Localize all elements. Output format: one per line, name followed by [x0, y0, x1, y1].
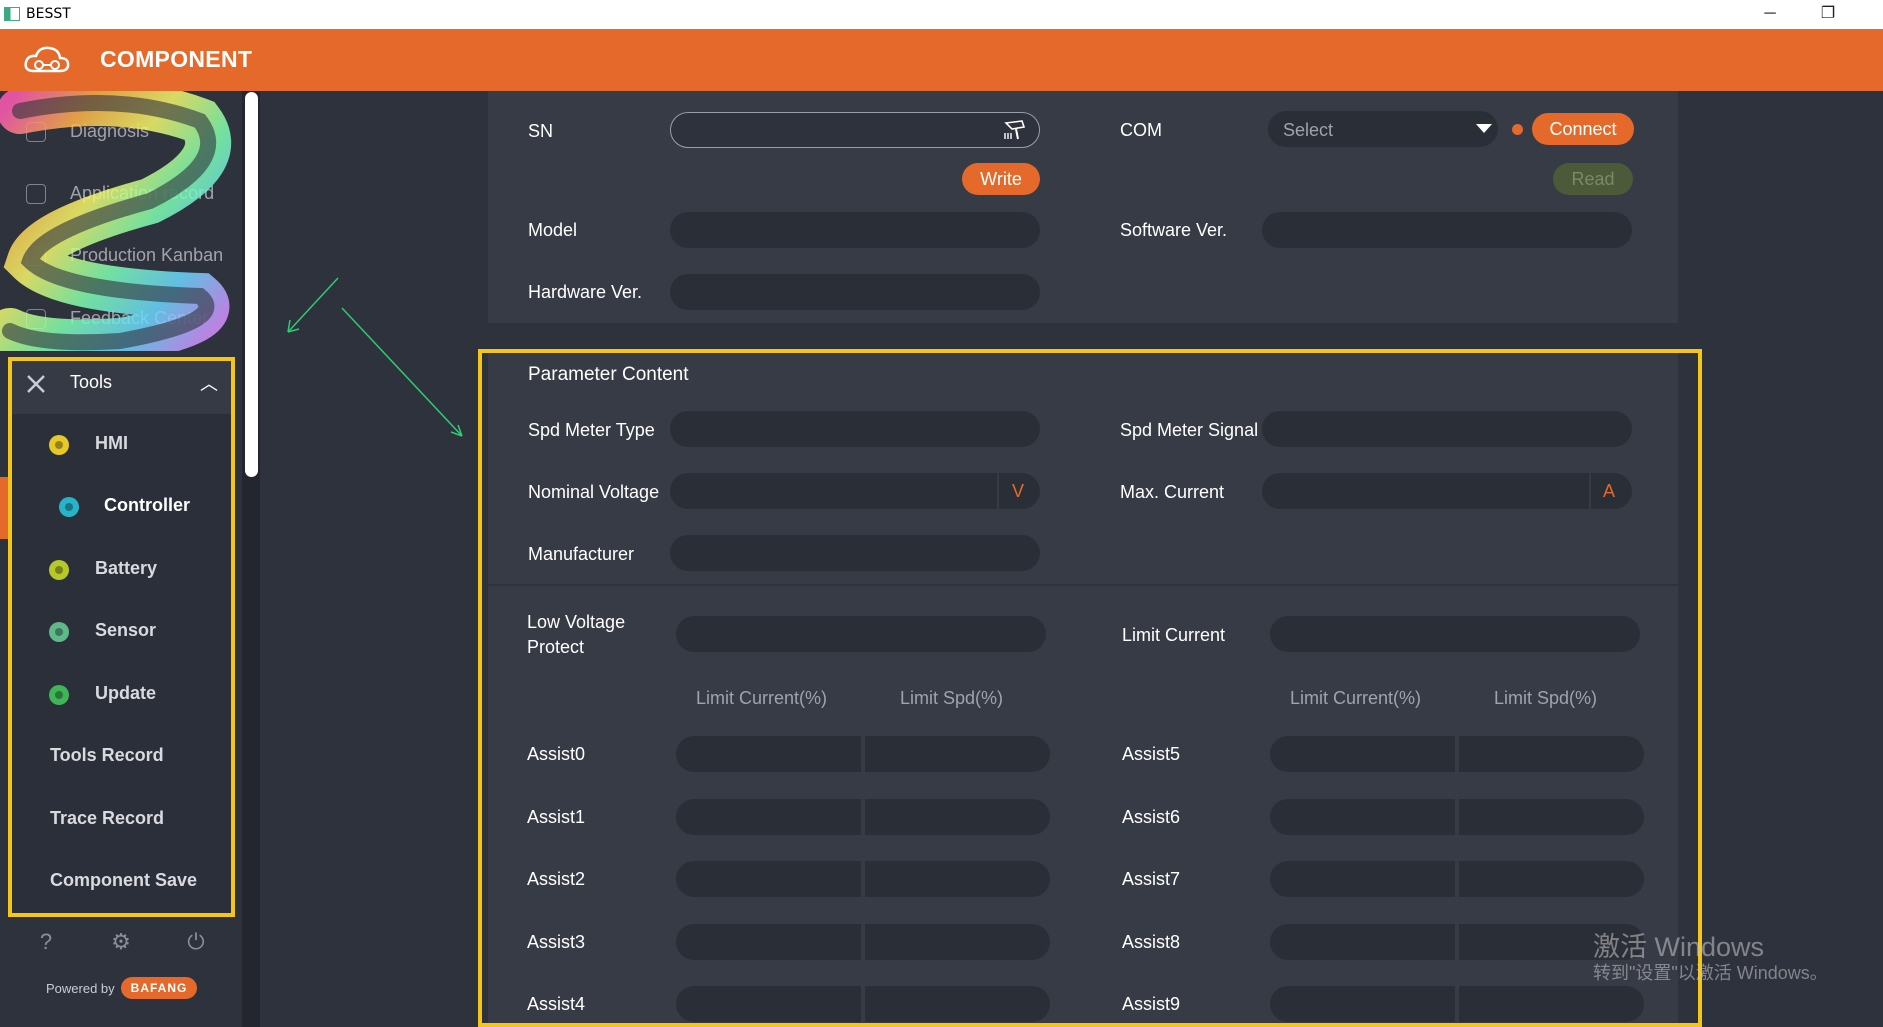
window-title: BESST	[26, 6, 71, 22]
cloud-logo-icon	[24, 46, 70, 73]
header-brand: COMPONENT	[100, 46, 253, 72]
connection-status-dot	[1512, 124, 1523, 135]
powered-by-label: Powered by	[46, 981, 115, 996]
minimize-button[interactable]: ─	[1750, 2, 1790, 26]
model-field[interactable]	[670, 212, 1040, 248]
connect-button[interactable]: Connect	[1532, 113, 1634, 145]
power-icon[interactable]: ⏻	[183, 929, 209, 955]
chevron-down-icon[interactable]	[1476, 124, 1492, 133]
scanner-icon[interactable]	[1002, 117, 1028, 143]
windows-activation-subtext: 转到"设置"以激活 Windows。	[1593, 963, 1828, 983]
bafang-badge: BAFANG	[121, 977, 197, 999]
app-header: COMPONENT	[0, 29, 1883, 91]
hardware-ver-field[interactable]	[670, 274, 1040, 310]
gear-icon[interactable]: ⚙	[108, 929, 134, 955]
write-button[interactable]: Write	[962, 163, 1040, 195]
restore-button[interactable]: ❐	[1808, 2, 1848, 26]
annotation-arrows	[287, 277, 463, 437]
hardware-ver-label: Hardware Ver.	[528, 282, 643, 302]
device-info-panel	[488, 91, 1678, 323]
rainbow-scribble-annotation	[0, 91, 232, 351]
tools-highlight-box	[8, 357, 235, 917]
software-ver-field[interactable]	[1262, 212, 1632, 248]
com-label: COM	[1120, 120, 1162, 140]
model-label: Model	[528, 220, 578, 240]
sn-label: SN	[528, 121, 554, 141]
read-button[interactable]: Read	[1553, 163, 1633, 195]
parameter-highlight-box	[478, 349, 1702, 1027]
sn-input[interactable]	[670, 112, 1040, 148]
sidebar-scrollbar-thumb[interactable]	[245, 92, 258, 477]
com-select-value: Select	[1283, 120, 1334, 140]
app-icon	[4, 7, 20, 21]
help-icon[interactable]: ?	[33, 929, 59, 955]
software-ver-label: Software Ver.	[1120, 220, 1228, 240]
window-titlebar: BESST ─ ❐	[0, 0, 1883, 29]
